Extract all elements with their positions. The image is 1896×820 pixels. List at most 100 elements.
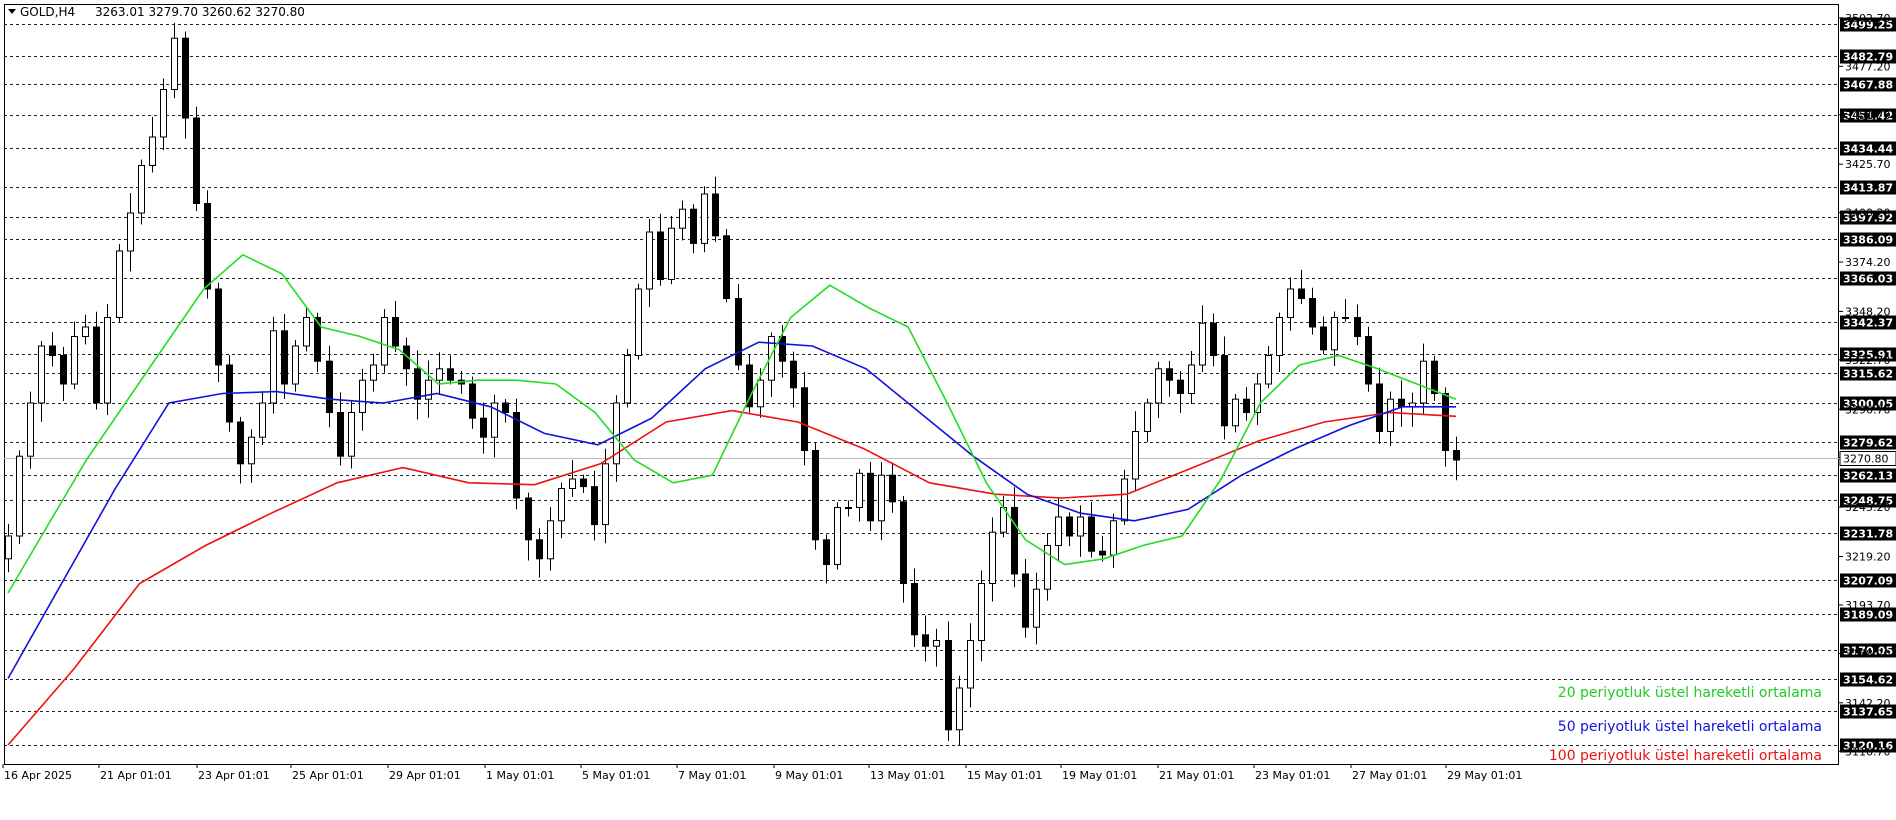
time-label-6: 5 May 01:01 — [582, 769, 650, 782]
candle-body-60 — [668, 227, 675, 280]
candle-body-85 — [945, 640, 952, 731]
candle-body-80 — [889, 474, 896, 503]
candle-body-21 — [237, 421, 244, 465]
candle-body-115 — [1276, 317, 1283, 356]
candle-body-65 — [723, 235, 730, 300]
candle-body-102 — [1132, 431, 1139, 480]
candle-body-87 — [967, 640, 974, 689]
time-label-7: 7 May 01:01 — [678, 769, 746, 782]
candle-body-89 — [989, 531, 996, 585]
candle-body-58 — [646, 231, 653, 290]
candle-body-2 — [27, 402, 34, 457]
candle-body-6 — [71, 336, 78, 385]
price-tick-label-7: 3322.70 — [1845, 354, 1891, 367]
time-label-4: 29 Apr 01:01 — [389, 769, 461, 782]
price-tick-label-12: 3193.70 — [1845, 599, 1891, 612]
level-label-8: 3366.03 — [1843, 273, 1893, 286]
candle-body-93 — [1033, 588, 1040, 628]
candle-body-16 — [182, 37, 189, 119]
candle-body-62 — [690, 208, 697, 244]
candle-body-118 — [1309, 298, 1316, 328]
candle-body-68 — [757, 379, 764, 408]
candle-body-57 — [635, 288, 642, 356]
candle-body-114 — [1265, 355, 1272, 385]
time-label-1: 21 Apr 01:01 — [100, 769, 172, 782]
candle-body-73 — [812, 450, 819, 541]
candle-body-26 — [292, 345, 299, 385]
time-label-0: 16 Apr 2025 — [4, 769, 72, 782]
candle-body-92 — [1022, 573, 1029, 628]
level-label-17: 3207.09 — [1843, 575, 1893, 588]
candle-body-84 — [933, 640, 940, 647]
candle-body-122 — [1354, 317, 1361, 337]
candle-body-11 — [127, 212, 134, 252]
candle-body-25 — [281, 330, 288, 385]
candle-body-99 — [1099, 550, 1106, 556]
time-label-15: 29 May 01:01 — [1447, 769, 1522, 782]
level-label-11: 3315.62 — [1843, 368, 1893, 381]
candle-body-22 — [248, 436, 255, 465]
time-label-13: 23 May 01:01 — [1255, 769, 1330, 782]
candle-body-117 — [1298, 288, 1305, 299]
candle-body-106 — [1177, 379, 1184, 395]
candle-body-101 — [1121, 478, 1128, 522]
candle-body-9 — [104, 317, 111, 404]
candle-body-128 — [1420, 360, 1427, 404]
candle-body-81 — [900, 501, 907, 584]
candle-body-125 — [1387, 398, 1394, 433]
candle-body-79 — [878, 474, 885, 522]
candle-body-96 — [1066, 516, 1073, 537]
candle-body-34 — [381, 317, 388, 366]
price-tick-label-4: 3400.20 — [1845, 207, 1891, 220]
candle-body-100 — [1110, 520, 1117, 556]
candle-body-52 — [580, 478, 587, 488]
candle-body-27 — [303, 317, 310, 347]
candle-body-17 — [193, 117, 200, 204]
candle-body-31 — [348, 412, 355, 457]
time-label-2: 23 Apr 01:01 — [198, 769, 270, 782]
candle-body-51 — [569, 478, 576, 489]
candle-body-13 — [149, 136, 156, 166]
candle-body-131 — [1453, 450, 1460, 461]
candle-body-123 — [1365, 336, 1372, 385]
price-tick-label-3: 3425.70 — [1845, 158, 1891, 171]
candle-body-10 — [116, 250, 123, 318]
candle-body-71 — [790, 360, 797, 389]
price-tick-label-6: 3348.20 — [1845, 305, 1891, 318]
candle-body-48 — [536, 539, 543, 560]
level-label-2: 3467.88 — [1843, 79, 1893, 92]
candle-body-78 — [867, 472, 874, 522]
candle-body-56 — [624, 355, 631, 404]
candle-body-35 — [392, 317, 399, 347]
price-tick-label-0: 3502.70 — [1845, 12, 1891, 25]
price-tick-label-2: 3451.70 — [1845, 109, 1891, 122]
candle-body-8 — [93, 326, 100, 404]
candle-body-0 — [5, 535, 12, 560]
candle-body-75 — [834, 507, 841, 565]
candle-body-66 — [735, 298, 742, 366]
price-tick-label-5: 3374.20 — [1845, 256, 1891, 269]
level-label-9: 3342.37 — [1843, 317, 1893, 330]
price-tick-label-14: 3142.20 — [1845, 697, 1891, 710]
chart-header: GOLD,H4 3263.01 3279.70 3260.62 3270.80 — [8, 5, 305, 19]
candle-body-97 — [1077, 516, 1084, 537]
symbol-label: GOLD,H4 — [20, 5, 75, 19]
candlestick-chart[interactable]: 3499.253482.793467.883451.423434.443413.… — [0, 0, 1896, 820]
candle-body-15 — [171, 37, 178, 90]
chart-plot-area — [4, 4, 1839, 765]
candle-body-50 — [558, 488, 565, 522]
candle-body-129 — [1431, 360, 1438, 395]
legend-ema20: 20 periyotluk üstel hareketli ortalama — [1558, 685, 1822, 701]
legend-ema50: 50 periyotluk üstel hareketli ortalama — [1558, 719, 1822, 735]
candle-body-86 — [956, 687, 963, 731]
candle-body-30 — [337, 412, 344, 457]
candle-body-82 — [911, 583, 918, 636]
candle-body-105 — [1166, 368, 1173, 381]
candle-body-63 — [701, 193, 708, 244]
candle-body-43 — [480, 417, 487, 438]
candle-body-14 — [160, 89, 167, 138]
level-label-20: 3154.62 — [1843, 674, 1893, 687]
candle-body-33 — [370, 364, 377, 381]
candle-body-40 — [447, 368, 454, 381]
candle-body-104 — [1155, 368, 1162, 404]
